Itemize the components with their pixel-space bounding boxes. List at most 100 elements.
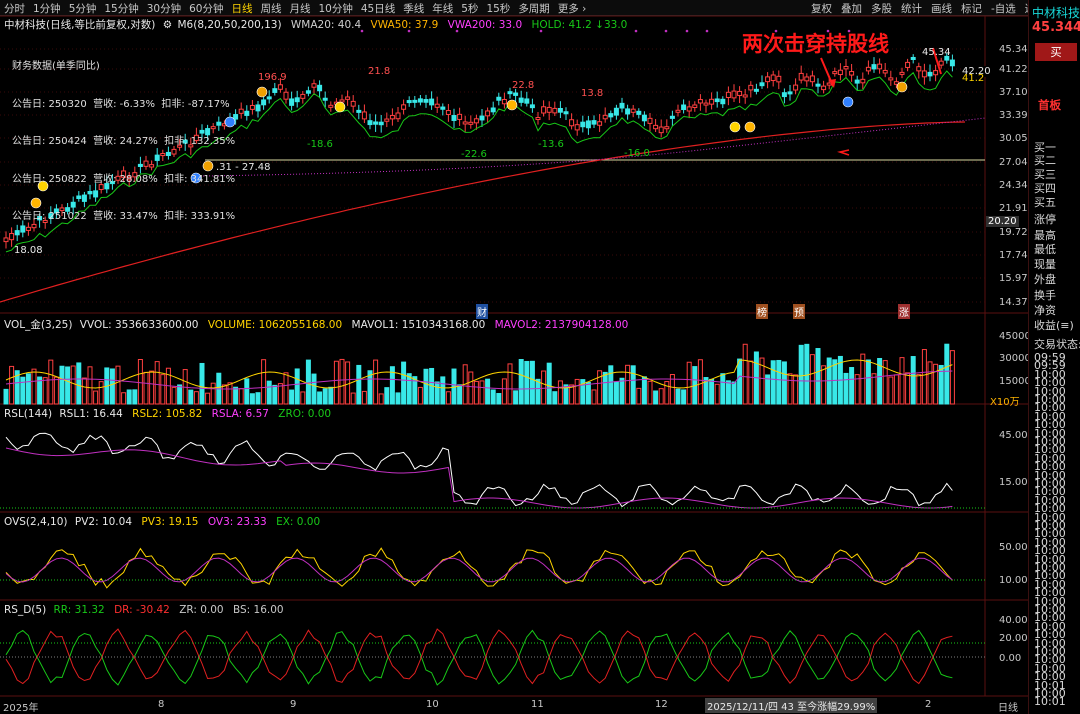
ov3-value: OV3: 23.33 [207, 516, 267, 528]
candle-body [737, 90, 743, 96]
ex-value: EX: 0.00 [276, 516, 321, 528]
volume-bar [709, 378, 715, 405]
candle-body [238, 108, 244, 114]
volume-bar [339, 358, 345, 405]
volume-bar [821, 365, 827, 405]
volume-bar [361, 390, 367, 405]
vol-name: VOL_金(3,25) [4, 319, 73, 331]
candle-body [798, 72, 804, 81]
candle-body [725, 91, 731, 99]
rsl2-value: RSL2: 105.82 [132, 408, 203, 420]
candle-body [479, 115, 485, 121]
volume-bar [317, 391, 323, 405]
x-axis-label: 8 [158, 699, 165, 710]
volume-bar [266, 380, 272, 405]
candle-body [557, 108, 563, 113]
rsd-header: RS_D(5) RR: 31.32 DR: -30.42 ZR: 0.00 BS… [4, 604, 284, 616]
event-marker[interactable]: 涨 [898, 304, 910, 319]
volume-bar [423, 368, 429, 405]
quote-field-label: 外盘 [1034, 273, 1056, 286]
candle-body [412, 99, 418, 103]
rsl1-value: RSL1: 16.44 [59, 408, 123, 420]
bs-value: BS: 16.00 [232, 604, 284, 616]
volume-bar [893, 374, 899, 405]
volume-bar [42, 377, 48, 405]
event-marker[interactable]: 预 [793, 304, 805, 319]
candle-body [580, 121, 586, 128]
candle-body [804, 76, 810, 82]
main-chart-header: 中材科技(日线,等比前复权,对数) ⚙ M6(8,20,50,200,13) W… [4, 17, 627, 32]
volume-bar [356, 364, 362, 405]
chart-title: 中材科技(日线,等比前复权,对数) [4, 19, 156, 31]
rsl1-line [5, 432, 953, 508]
low-label: -18.6 [307, 139, 333, 150]
volume-bar [238, 388, 244, 405]
candle-body [378, 121, 384, 126]
zr-value: ZR: 0.00 [179, 604, 224, 616]
signal-dot [634, 29, 638, 33]
volume-bar [210, 382, 216, 405]
candle-body [3, 237, 9, 243]
volume-bar [440, 376, 446, 405]
candle-body [793, 84, 799, 91]
candle-body [849, 71, 855, 76]
volume-bar [574, 378, 580, 405]
volume-bar [675, 388, 681, 405]
rsd-scale-tick: 20.00 [999, 633, 1028, 644]
x-axis-label: 10 [426, 699, 439, 710]
low-label: 18.08 [14, 245, 43, 256]
buy-button[interactable]: 买 [1035, 43, 1077, 61]
volume-bar [552, 391, 558, 405]
volume-bar [205, 392, 211, 405]
volume-bar [76, 362, 82, 405]
volume-bar [501, 378, 507, 405]
candle-body [949, 59, 955, 67]
high-label: 196.9 [258, 72, 287, 83]
volume-bar [865, 359, 871, 405]
vwa200-value: VWA200: 33.0 [447, 19, 523, 31]
event-marker[interactable]: 榜 [756, 304, 768, 319]
candle-body [345, 96, 351, 100]
candle-body [625, 108, 631, 115]
volume-bar [126, 389, 132, 405]
volume-bar [227, 382, 233, 405]
signal-dot [705, 29, 709, 33]
candle-body [277, 84, 283, 90]
candle-body [653, 124, 659, 130]
vol-scale-tick: 30000 [999, 353, 1031, 364]
candle-body [664, 126, 670, 130]
candle-body [608, 113, 614, 118]
volume-bar [664, 381, 670, 405]
candle-body [518, 97, 524, 103]
candle-body [832, 71, 838, 75]
candle-body [591, 120, 597, 125]
price-scale-tick: 27.04 [999, 157, 1028, 168]
candle-body [877, 63, 883, 70]
hold-tag: 41.2 [962, 73, 985, 84]
price-scale-tick: 37.10 [999, 87, 1028, 98]
candle-body [854, 79, 860, 84]
volume-bar [473, 380, 479, 405]
volume-bar [333, 360, 339, 405]
volume-bar [305, 359, 311, 405]
candle-body [283, 91, 289, 100]
candle-body [462, 121, 468, 125]
finance-title: 财务数据(单季同比) [12, 61, 100, 72]
volume-value: VOLUME: 1062055168.00 [207, 319, 343, 331]
candle-body [434, 103, 440, 108]
volume-bar [524, 360, 530, 405]
volume-bar [748, 360, 754, 405]
volume-bar [916, 373, 922, 405]
volume-bar [613, 381, 619, 405]
volume-bar [602, 371, 608, 405]
signal-dot [685, 29, 689, 33]
volume-bar [630, 365, 636, 405]
gear-icon[interactable]: ⚙ [163, 19, 172, 31]
rsl-name: RSL(144) [4, 408, 53, 420]
price-scale-tick: 45.34 [999, 44, 1028, 55]
volume-bar [221, 384, 227, 405]
candle-body [720, 98, 726, 105]
quote-field-label: 收益(≡) [1034, 319, 1074, 332]
volume-bar [395, 392, 401, 405]
volume-bar [177, 384, 183, 405]
